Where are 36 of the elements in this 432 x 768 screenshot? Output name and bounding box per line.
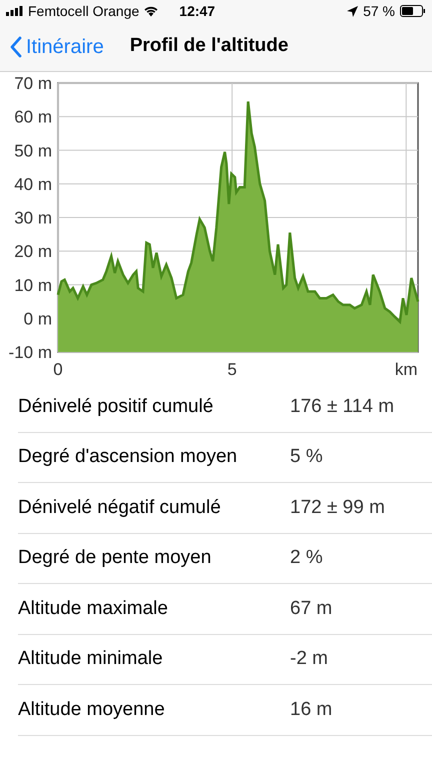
x-axis-label: 5 <box>227 360 237 379</box>
stat-label: Dénivelé positif cumulé <box>18 394 214 418</box>
stat-value: 67 m <box>290 596 332 620</box>
stat-value: 176 ± 114 m <box>290 394 394 418</box>
location-arrow-icon <box>347 6 358 16</box>
signal-icon <box>6 6 24 16</box>
back-button[interactable]: Itinéraire <box>0 32 104 62</box>
carrier-name: Femtocell Orange <box>28 2 140 21</box>
y-axis-label: 70 m <box>14 74 52 93</box>
stat-value: 172 ± 99 m <box>290 496 385 520</box>
y-axis-label: 40 m <box>14 174 52 194</box>
y-axis-label: -10 m <box>8 343 52 362</box>
stat-label: Altitude moyenne <box>18 698 166 722</box>
stat-label: Degré de pente moyen <box>18 546 212 570</box>
stat-value: -2 m <box>290 647 328 671</box>
screen-title: Profil de l'altitude <box>130 34 288 58</box>
stat-label: Altitude maximale <box>18 596 169 620</box>
stat-label: Dénivelé négatif cumulé <box>18 496 222 520</box>
stat-value: 16 m <box>290 698 332 722</box>
y-axis-label: 10 m <box>14 276 52 295</box>
stat-value: 2 % <box>290 546 323 570</box>
battery-percent: 57 % <box>363 2 395 20</box>
y-axis-label: 0 m <box>24 309 52 328</box>
stat-label: Altitude minimale <box>18 647 164 671</box>
clock-time: 12:47 <box>179 2 216 20</box>
battery-icon <box>400 5 426 17</box>
x-axis-label: 0 <box>53 360 63 379</box>
wifi-icon <box>143 5 160 17</box>
chevron-left-icon <box>10 36 22 58</box>
stat-label: Degré d'ascension moyen <box>18 445 238 469</box>
x-axis-label: km <box>394 360 418 379</box>
stat-value: 5 % <box>290 445 323 469</box>
y-axis-label: 30 m <box>14 208 52 228</box>
y-axis-label: 50 m <box>14 141 52 160</box>
y-axis-label: 20 m <box>14 242 52 262</box>
y-axis-label: 60 m <box>14 108 52 127</box>
